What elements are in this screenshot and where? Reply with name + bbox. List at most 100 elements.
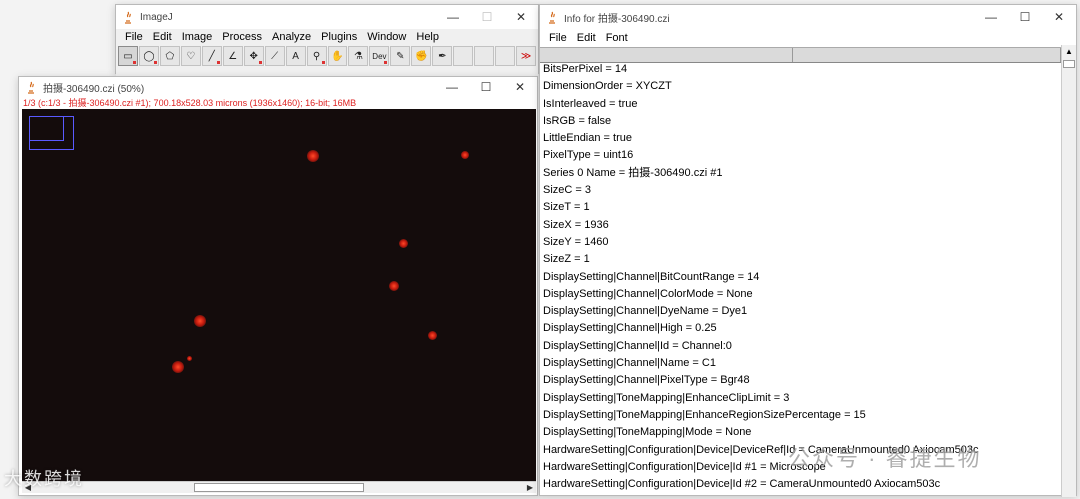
vertical-scrollbar[interactable]: ▲ [1061, 45, 1076, 497]
metadata-row[interactable]: DisplaySetting|Channel|PixelType = Bgr48 [541, 372, 1062, 389]
empty-tool-slot[interactable] [474, 46, 495, 66]
metadata-row[interactable]: DisplaySetting|Channel|BitCountRange = 1… [541, 269, 1062, 286]
empty-tool-slot[interactable] [453, 46, 474, 66]
minimize-icon[interactable]: — [436, 5, 470, 29]
metadata-row[interactable]: SizeX = 1936 [541, 217, 1062, 234]
oval-tool-glyph: ◯ [143, 50, 155, 62]
info-menu-font[interactable]: Font [601, 32, 633, 44]
column-header-1[interactable] [540, 48, 793, 62]
metadata-row[interactable]: DisplaySetting|Channel|High = 0.25 [541, 320, 1062, 337]
maximize-icon[interactable]: ☐ [469, 77, 503, 97]
hand-tool-icon[interactable]: ✋ [327, 46, 348, 66]
horizontal-scrollbar[interactable]: ◀ ▶ [22, 481, 536, 493]
submenu-indicator [321, 61, 325, 64]
scroll-right-icon[interactable]: ▶ [524, 483, 536, 492]
more-tools-glyph: ≫ [520, 50, 532, 62]
metadata-row[interactable]: Series 0 Name = 拍摄-306490.czi #1 [541, 165, 1062, 182]
line-tool-icon[interactable]: ╱ [201, 46, 222, 66]
info-window: Info for 拍摄-306490.czi — ☐ ✕ File Edit Fon… [539, 4, 1077, 497]
wand-tool-glyph: ⟋ [271, 50, 279, 62]
metadata-row[interactable]: LittleEndian = true [541, 130, 1062, 147]
metadata-row[interactable]: DisplaySetting|Channel|Name = C1 [541, 355, 1062, 372]
dropper-tool-icon[interactable]: ⚗ [348, 46, 369, 66]
freehand-tool-glyph: ♡ [186, 50, 196, 62]
metadata-row[interactable]: BitsPerPixel = 14 [541, 61, 1062, 78]
ij-menu-image[interactable]: Image [177, 31, 218, 43]
minimize-icon[interactable]: — [974, 5, 1008, 29]
metadata-row[interactable]: SizeC = 3 [541, 182, 1062, 199]
scroll-thumb[interactable] [1063, 60, 1075, 68]
text-tool-glyph: A [292, 50, 299, 62]
image-titlebar[interactable]: 拍摄-306490.czi (50%) — ☐ ✕ [19, 77, 537, 97]
oval-tool-icon[interactable]: ◯ [138, 46, 159, 66]
metadata-row[interactable]: SizeY = 1460 [541, 234, 1062, 251]
point-tool-glyph: ✥ [249, 50, 258, 62]
metadata-row[interactable]: IsInterleaved = true [541, 96, 1062, 113]
empty-tool-slot[interactable] [495, 46, 516, 66]
text-tool-icon[interactable]: A [285, 46, 306, 66]
ij-menu-process[interactable]: Process [217, 31, 267, 43]
metadata-row[interactable]: DisplaySetting|Channel|Id = Channel:0 [541, 338, 1062, 355]
angle-tool-icon[interactable]: ∠ [222, 46, 243, 66]
fluorescent-spot [194, 315, 206, 327]
pencil-tool-glyph: ✒ [438, 50, 447, 62]
ij-menu-analyze[interactable]: Analyze [267, 31, 316, 43]
more-tools-icon[interactable]: ≫ [516, 46, 537, 66]
watermark-right: 公众号 · 睿捷生物 [788, 446, 982, 471]
window-title: 拍摄-306490.czi (50%) [43, 83, 145, 95]
metadata-row[interactable]: DisplaySetting|Channel|ColorMode = None [541, 286, 1062, 303]
metadata-row[interactable]: PixelType = uint16 [541, 147, 1062, 164]
metadata-row[interactable]: IsRGB = false [541, 113, 1062, 130]
metadata-row[interactable]: SizeZ = 1 [541, 251, 1062, 268]
metadata-list[interactable]: BitsPerPixel = 14 DimensionOrder = XYCZT… [541, 61, 1062, 497]
point-tool-icon[interactable]: ✥ [243, 46, 264, 66]
column-header-2[interactable] [793, 48, 1061, 62]
info-titlebar[interactable]: Info for 拍摄-306490.czi — ☐ ✕ [540, 5, 1076, 29]
metadata-row[interactable]: DisplaySetting|ToneMapping|EnhanceClipLi… [541, 390, 1062, 407]
imagej-titlebar[interactable]: ImageJ — ☐ ✕ [116, 5, 538, 29]
submenu-indicator [216, 61, 220, 64]
watermark-left: 大数跨境 [4, 469, 84, 489]
angle-tool-glyph: ∠ [228, 50, 238, 62]
rectangle-tool-icon[interactable]: ▭ [118, 46, 138, 66]
java-icon [122, 10, 134, 24]
maximize-icon[interactable]: ☐ [1008, 5, 1042, 29]
scroll-thumb[interactable] [194, 483, 364, 492]
scroll-up-icon[interactable]: ▲ [1062, 45, 1076, 59]
metadata-row[interactable]: SizeT = 1 [541, 199, 1062, 216]
metadata-row[interactable]: HardwareSetting|Configuration|Device|Id … [541, 476, 1062, 493]
info-menu-edit[interactable]: Edit [572, 32, 601, 44]
magnifier-tool-icon[interactable]: ⚲ [306, 46, 327, 66]
pencil-tool-icon[interactable]: ✒ [432, 46, 453, 66]
brush-tool-icon[interactable]: ✎ [390, 46, 411, 66]
ij-menu-plugins[interactable]: Plugins [316, 31, 362, 43]
close-icon[interactable]: ✕ [504, 5, 538, 29]
image-canvas[interactable] [22, 109, 536, 482]
metadata-row[interactable]: DisplaySetting|Channel|DyeName = Dye1 [541, 303, 1062, 320]
java-icon [25, 80, 37, 94]
submenu-indicator [258, 61, 262, 64]
maximize-icon: ☐ [481, 10, 493, 24]
minimize-icon[interactable]: — [435, 77, 469, 97]
navigator-thumbnail[interactable] [29, 116, 74, 150]
ij-menu-window[interactable]: Window [362, 31, 411, 43]
window-title: Info for 拍摄-306490.czi [564, 13, 670, 25]
fluorescent-spot [389, 281, 399, 291]
close-icon[interactable]: ✕ [503, 77, 537, 97]
metadata-row[interactable]: DisplaySetting|ToneMapping|EnhanceRegion… [541, 407, 1062, 424]
fluorescent-spot [461, 151, 469, 159]
close-icon[interactable]: ✕ [1042, 5, 1076, 29]
wand-tool-icon[interactable]: ⟋ [264, 46, 285, 66]
imagej-window: ImageJ — ☐ ✕ File Edit Image Process Analyze… [115, 4, 539, 79]
ij-menu-file[interactable]: File [120, 31, 148, 43]
metadata-row[interactable]: DimensionOrder = XYCZT [541, 78, 1062, 95]
freehand-tool-icon[interactable]: ♡ [180, 46, 201, 66]
ij-menu-help[interactable]: Help [411, 31, 444, 43]
flood-fill-tool-icon[interactable]: ✊ [411, 46, 432, 66]
fluorescent-spot [399, 239, 408, 248]
polygon-tool-icon[interactable]: ⬠ [159, 46, 180, 66]
metadata-row[interactable]: DisplaySetting|ToneMapping|Mode = None [541, 424, 1062, 441]
dev-tool-icon[interactable]: Dev [369, 46, 390, 66]
ij-menu-edit[interactable]: Edit [148, 31, 177, 43]
info-menu-file[interactable]: File [544, 32, 572, 44]
